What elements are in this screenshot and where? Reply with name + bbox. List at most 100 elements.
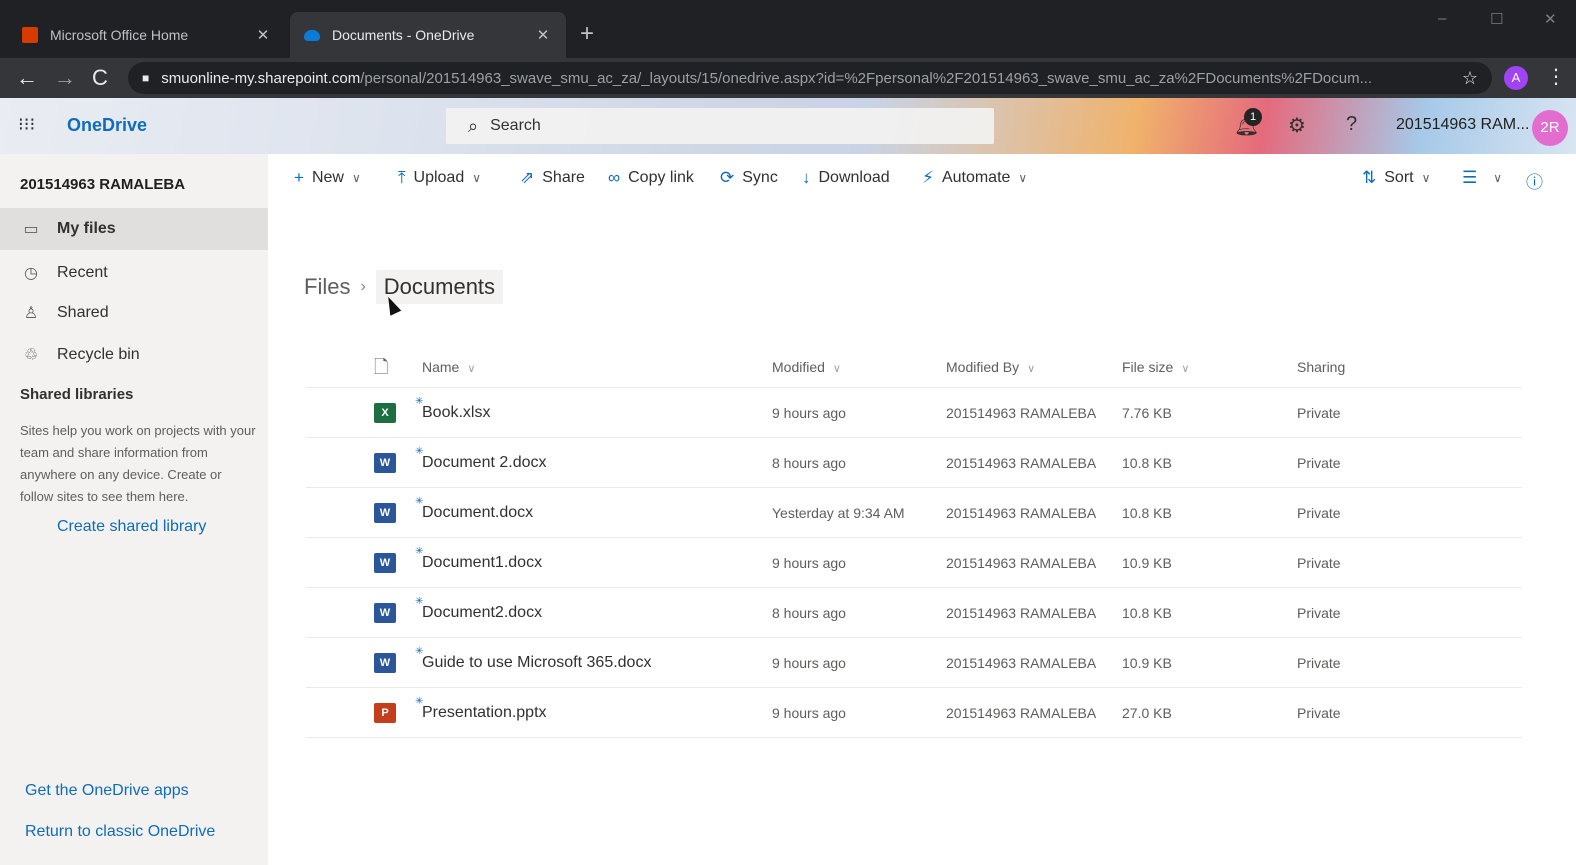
minimize-icon[interactable]: –	[1438, 10, 1446, 27]
sidebar-item-my-files[interactable]: ▭ My files	[0, 208, 268, 250]
left-navigation: 201514963 RAMALEBA ▭ My files ◷ Recent ♙…	[0, 154, 268, 865]
browser-menu-icon[interactable]: ⋮	[1546, 64, 1566, 89]
maximize-icon[interactable]: ☐	[1490, 10, 1503, 28]
reload-icon[interactable]: C	[92, 64, 108, 92]
file-modified: Yesterday at 9:34 AM	[772, 505, 905, 521]
return-classic-onedrive-link[interactable]: Return to classic OneDrive	[25, 823, 215, 841]
browser-profile-avatar[interactable]: A	[1504, 66, 1528, 90]
tab-documents-onedrive[interactable]: Documents - OneDrive ✕	[290, 12, 566, 58]
chevron-down-icon: ∨	[1421, 171, 1431, 185]
sort-button[interactable]: ⇅ Sort ∨	[1362, 168, 1430, 188]
file-size: 10.8 KB	[1122, 605, 1172, 621]
word-file-icon: W	[374, 603, 396, 623]
user-name[interactable]: 201514963 RAM...	[1396, 116, 1529, 134]
file-size: 27.0 KB	[1122, 705, 1172, 721]
sidebar-item-recycle-bin[interactable]: ♲ Recycle bin	[0, 334, 268, 376]
table-row[interactable]: W ✳ Document.docx Yesterday at 9:34 AM 2…	[306, 488, 1522, 538]
chevron-down-icon: ∨	[1027, 363, 1036, 375]
search-box[interactable]: ⌕ Search	[446, 108, 994, 144]
upload-button[interactable]: ⤒ Upload ∨	[398, 168, 481, 188]
app-name[interactable]: OneDrive	[67, 115, 147, 136]
close-tab-icon[interactable]: ✕	[534, 26, 552, 44]
table-row[interactable]: W ✳ Document 2.docx 8 hours ago 20151496…	[306, 438, 1522, 488]
share-icon: ⇗	[520, 168, 535, 187]
file-size: 10.8 KB	[1122, 505, 1172, 521]
url-field[interactable]: ■ smuonline-my.sharepoint.com /personal/…	[128, 62, 1492, 94]
file-name[interactable]: Document 2.docx	[422, 454, 547, 472]
avatar[interactable]: 2R	[1532, 110, 1568, 146]
file-modified: 9 hours ago	[772, 405, 846, 421]
chevron-down-icon: ∨	[1181, 363, 1190, 375]
download-arrow-icon: ↓	[802, 168, 811, 187]
link-icon: ∞	[608, 168, 621, 187]
app-launcher-icon[interactable]: ⁝⁝⁝	[18, 114, 38, 134]
column-sharing-label: Sharing	[1297, 359, 1346, 375]
back-arrow-icon[interactable]: ←	[16, 64, 38, 92]
chevron-down-icon: ∨	[351, 171, 361, 185]
table-row[interactable]: P ✳ Presentation.pptx 9 hours ago 201514…	[306, 688, 1522, 738]
close-window-icon[interactable]: ✕	[1544, 10, 1557, 28]
scrollbar[interactable]	[1560, 210, 1566, 860]
file-modified: 9 hours ago	[772, 655, 846, 671]
powerpoint-file-icon: P	[374, 703, 396, 723]
column-header-file-size[interactable]: File size ∨	[1122, 359, 1189, 375]
close-tab-icon[interactable]: ✕	[254, 26, 272, 44]
url-path: /personal/201514963_swave_smu_ac_za/_lay…	[360, 69, 1373, 87]
forward-arrow-icon[interactable]: →	[54, 64, 76, 92]
column-header-sharing[interactable]: Sharing	[1297, 359, 1345, 375]
sync-label: Sync	[742, 169, 778, 186]
table-row[interactable]: W ✳ Document2.docx 8 hours ago 201514963…	[306, 588, 1522, 638]
chevron-down-icon: ∨	[1018, 171, 1028, 185]
table-row[interactable]: X ✳ Book.xlsx 9 hours ago 201514963 RAMA…	[306, 388, 1522, 438]
bookmark-star-icon[interactable]: ☆	[1462, 68, 1478, 89]
info-button[interactable]: ⓘ	[1526, 168, 1551, 193]
sort-icon: ⇅	[1362, 168, 1377, 187]
file-name[interactable]: Document2.docx	[422, 604, 542, 622]
get-onedrive-apps-link[interactable]: Get the OneDrive apps	[25, 782, 189, 800]
chevron-down-icon: ∨	[832, 363, 841, 375]
file-list-header: 🗋 Name ∨ Modified ∨ Modified By ∨ File size…	[306, 346, 1522, 388]
column-header-name[interactable]: Name ∨	[422, 359, 475, 375]
sidebar-item-label: Recent	[57, 264, 108, 281]
file-name[interactable]: Guide to use Microsoft 365.docx	[422, 654, 651, 672]
copy-link-button[interactable]: ∞ Copy link	[608, 168, 694, 188]
column-header-modified[interactable]: Modified ∨	[772, 359, 841, 375]
file-modified: 8 hours ago	[772, 455, 846, 471]
office-icon	[22, 27, 38, 43]
sync-button[interactable]: ⟳ Sync	[720, 168, 778, 188]
table-row[interactable]: W ✳ Guide to use Microsoft 365.docx 9 ho…	[306, 638, 1522, 688]
file-name[interactable]: Document1.docx	[422, 554, 542, 572]
breadcrumb-files[interactable]: Files	[304, 274, 350, 300]
shared-libraries-description: Sites help you work on projects with you…	[20, 423, 256, 504]
file-size: 7.76 KB	[1122, 405, 1172, 421]
share-button[interactable]: ⇗ Share	[520, 168, 585, 188]
file-modified-by: 201514963 RAMALEBA	[946, 605, 1097, 621]
automate-button[interactable]: ⚡︎ Automate ∨	[922, 168, 1027, 188]
column-modified-by-label: Modified By	[946, 359, 1020, 375]
sidebar-item-recent[interactable]: ◷ Recent	[0, 252, 268, 294]
column-header-modified-by[interactable]: Modified By ∨	[946, 359, 1035, 375]
file-name[interactable]: Presentation.pptx	[422, 704, 547, 722]
file-size: 10.9 KB	[1122, 655, 1172, 671]
excel-file-icon: X	[374, 403, 396, 423]
file-modified-by: 201514963 RAMALEBA	[946, 705, 1097, 721]
file-modified-by: 201514963 RAMALEBA	[946, 455, 1097, 471]
new-tab-button[interactable]: +	[580, 20, 594, 48]
gear-icon[interactable]: ⚙	[1288, 113, 1306, 138]
file-name[interactable]: Document.docx	[422, 504, 533, 522]
table-row[interactable]: W ✳ Document1.docx 9 hours ago 201514963…	[306, 538, 1522, 588]
onedrive-cloud-icon	[304, 29, 320, 41]
file-type-icon[interactable]: 🗋	[374, 355, 388, 385]
new-button[interactable]: + New ∨	[294, 168, 361, 188]
create-shared-library-link[interactable]: Create shared library	[57, 518, 206, 536]
help-icon[interactable]: ?	[1346, 113, 1357, 136]
chevron-down-icon: ∨	[1493, 171, 1503, 185]
view-options-button[interactable]: ☰ ∨	[1462, 168, 1502, 188]
tab-office-home[interactable]: Microsoft Office Home ✕	[8, 12, 286, 58]
column-file-size-label: File size	[1122, 359, 1174, 375]
file-name[interactable]: Book.xlsx	[422, 404, 490, 422]
download-button[interactable]: ↓ Download	[802, 168, 890, 188]
sidebar-item-shared[interactable]: ♙ Shared	[0, 292, 268, 334]
word-file-icon: W	[374, 453, 396, 473]
file-sharing: Private	[1297, 655, 1341, 671]
